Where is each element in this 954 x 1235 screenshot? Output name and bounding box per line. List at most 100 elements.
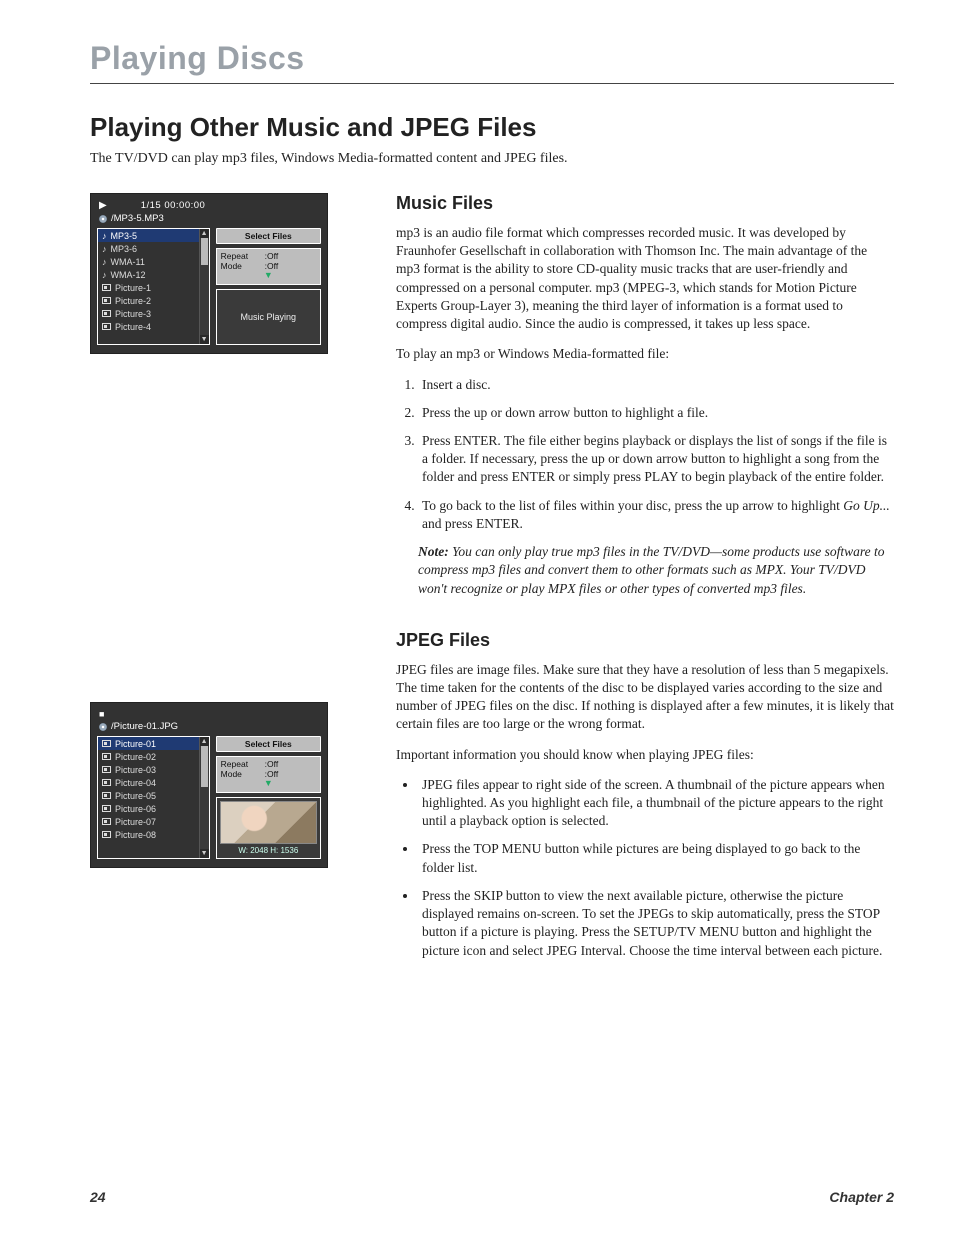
scrollbar: ▲ ▼ [199,737,209,858]
scroll-up-icon: ▲ [201,737,208,746]
file-row: Picture-2 [98,294,199,307]
repeat-label: Repeat [221,251,261,261]
file-row: Picture-07 [98,815,199,828]
chapter-label: Chapter 2 [829,1189,894,1205]
file-label: WMA-11 [111,257,145,267]
header-rule [90,83,894,84]
image-icon [102,323,111,330]
file-label: Picture-03 [115,765,156,775]
image-icon [102,805,111,812]
image-icon [102,297,111,304]
osd-path: /MP3-5.MP3 [111,213,164,224]
image-icon [102,766,111,773]
status-text: Music Playing [241,312,297,322]
image-icon [102,779,111,786]
select-files-button: Select Files [216,228,321,244]
file-row: MP3-6 [98,242,199,255]
note-label: Note: [418,544,449,559]
image-icon [102,818,111,825]
file-row: Picture-4 [98,320,199,333]
file-label: MP3-5 [111,231,138,241]
jpeg-para-2: Important information you should know wh… [396,746,894,764]
thumbnail-preview: W: 2048 H: 1536 [216,797,321,859]
image-icon [102,284,111,291]
options-down-icon: ▼ [221,779,316,788]
file-row: WMA-11 [98,255,199,268]
file-list-pane: Picture-01 Picture-02 Picture-03 Picture-04… [97,736,210,859]
repeat-value: :Off [265,759,279,769]
status-box: Music Playing [216,289,321,345]
file-row: Picture-01 [98,737,199,750]
file-label: Picture-3 [115,309,151,319]
scroll-down-icon: ▼ [201,335,208,344]
image-icon [102,310,111,317]
file-label: Picture-1 [115,283,151,293]
section-title: Playing Other Music and JPEG Files [90,112,894,143]
step-item: Press the up or down arrow button to hig… [418,404,894,422]
file-row: Picture-08 [98,828,199,841]
file-row: MP3-5 [98,229,199,242]
step-item: Insert a disc. [418,376,894,394]
note-icon [102,257,107,267]
mode-label: Mode [221,769,261,779]
note-icon [102,231,107,241]
note-icon [102,270,107,280]
file-label: Picture-05 [115,791,156,801]
music-para-1: mp3 is an audio file format which compre… [396,224,894,333]
intro-text: The TV/DVD can play mp3 files, Windows M… [90,151,894,167]
file-row: Picture-1 [98,281,199,294]
jpeg-bullet-list: JPEG files appear to right side of the s… [418,776,894,960]
file-label: MP3-6 [111,244,138,254]
thumbnail-image [220,801,317,844]
music-para-2: To play an mp3 or Windows Media-formatte… [396,345,894,363]
disc-icon [99,215,107,223]
step-item: To go back to the list of files within y… [418,497,894,533]
scroll-up-icon: ▲ [201,229,208,238]
stop-icon: ■ [99,709,104,719]
file-label: Picture-04 [115,778,156,788]
options-down-icon: ▼ [221,271,316,280]
jpeg-heading: JPEG Files [396,630,894,651]
file-label: Picture-01 [115,739,156,749]
osd-path: /Picture-01.JPG [111,721,178,732]
disc-icon [99,723,107,731]
image-icon [102,792,111,799]
bullet-item: JPEG files appear to right side of the s… [418,776,894,831]
options-box: Repeat:Off Mode:Off ▼ [216,248,321,285]
mode-label: Mode [221,261,261,271]
file-label: Picture-02 [115,752,156,762]
file-label: Picture-2 [115,296,151,306]
file-row: Picture-03 [98,763,199,776]
play-icon: ▶ [99,200,107,211]
file-row: Picture-02 [98,750,199,763]
image-icon [102,740,111,747]
jpeg-para-1: JPEG files are image files. Make sure th… [396,661,894,734]
select-files-button: Select Files [216,736,321,752]
image-icon [102,831,111,838]
jpeg-osd-figure: ■ /Picture-01.JPG Picture-01Picture-02Pi… [90,702,328,868]
osd-counter: 1/15 00:00:00 [141,200,206,211]
music-note: Note: You can only play true mp3 files i… [418,543,894,598]
music-osd-figure: ▶ 1/15 00:00:00 /MP3-5.MP3 MP3-5 MP3-6 WMA… [90,193,328,354]
repeat-label: Repeat [221,759,261,769]
image-dimensions: W: 2048 H: 1536 [238,846,298,855]
note-icon [102,244,107,254]
options-box: Repeat:Off Mode:Off ▼ [216,756,321,793]
file-label: Picture-06 [115,804,156,814]
scrollbar: ▲ ▼ [199,229,209,344]
file-label: WMA-12 [111,270,146,280]
music-steps-list: Insert a disc. Press the up or down arrow… [418,376,894,534]
image-icon [102,753,111,760]
file-row: Picture-3 [98,307,199,320]
scroll-down-icon: ▼ [201,849,208,858]
chapter-header: Playing Discs [90,40,894,77]
note-text: You can only play true mp3 files in the … [418,544,884,595]
file-list-pane: MP3-5 MP3-6 WMA-11 WMA-12 Picture-1 Picture-2… [97,228,210,345]
music-heading: Music Files [396,193,894,214]
file-row: WMA-12 [98,268,199,281]
file-row: Picture-05 [98,789,199,802]
file-row: Picture-06 [98,802,199,815]
file-row: Picture-04 [98,776,199,789]
step-item: Press ENTER. The file either begins play… [418,432,894,487]
repeat-value: :Off [265,251,279,261]
